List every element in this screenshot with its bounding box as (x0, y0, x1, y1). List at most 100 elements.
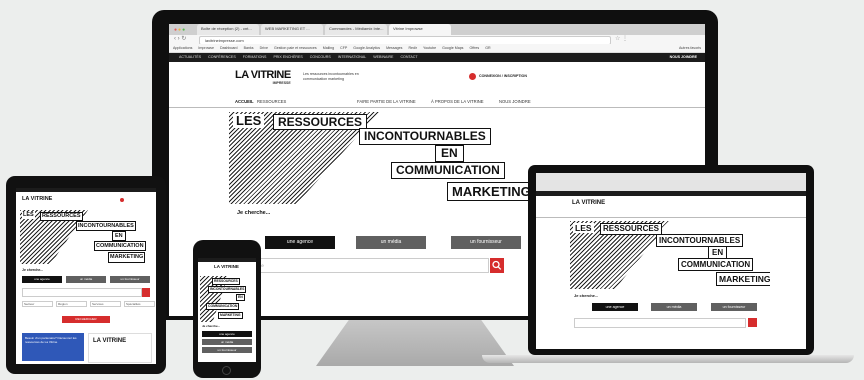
bookmark[interactable]: Messages (386, 46, 402, 50)
tablet-logo: LA VITRINE (22, 196, 53, 202)
browser-tab-active[interactable]: Vitrine Improwse (389, 24, 451, 35)
laptop-base (482, 355, 854, 363)
topbar-link[interactable]: CONFÉRENCES (208, 55, 236, 59)
laptop-topbar (536, 191, 806, 196)
tablet-filter[interactable]: Spécialités (124, 301, 155, 307)
join-link[interactable]: NOUS JOINDRE (670, 53, 697, 62)
bookmarks-bar: Applications Improwse Dashboard Banks Drive G… (169, 44, 705, 53)
laptop-search-tab[interactable]: un média (651, 303, 697, 311)
phone-home-button[interactable] (222, 366, 231, 375)
topbar-link[interactable]: CONTACT (400, 55, 417, 59)
laptop-search-tab[interactable]: une agence (592, 303, 638, 311)
tablet: LA VITRINE LES RESSOURCES INCONTOURNABLE… (6, 176, 166, 374)
login-link[interactable]: CONNEXION / INSCRIPTION (479, 74, 527, 78)
laptop-browser-bar (536, 173, 806, 191)
topbar-link[interactable]: CONCOURS (310, 55, 331, 59)
phone-logo: LA VITRINE (214, 264, 239, 269)
laptop-hero-word: MARKETING (716, 272, 770, 286)
tablet-filter[interactable]: Région (56, 301, 87, 307)
laptop-search-button[interactable] (748, 318, 757, 327)
bookmark[interactable]: Gestion paie et ressources (274, 46, 317, 50)
phone-hero-word: MARKETING (218, 312, 243, 319)
tablet-search-label: Je cherche... (22, 268, 44, 272)
bookmark[interactable]: Applications (173, 46, 192, 50)
laptop-search-input[interactable] (574, 318, 746, 328)
tablet-filter[interactable]: Services (90, 301, 121, 307)
tablet-hero-word: INCONTOURNABLES (76, 221, 136, 231)
tablet-search-tab[interactable]: un média (66, 276, 106, 283)
bookmark[interactable]: CFP (340, 46, 347, 50)
search-tab-agence[interactable]: une agence (265, 236, 335, 249)
tablet-filter[interactable]: Secteur (22, 301, 53, 307)
search-input[interactable]: Recherche (237, 258, 489, 273)
bookmark[interactable]: Improwse (198, 46, 214, 50)
browser-tab[interactable]: Commandes - Médiamix Inte... (325, 24, 387, 35)
tablet-promo-text: Besoin d’un partenaire? Découvrez les re… (25, 336, 77, 344)
topbar-link[interactable]: INTERNATIONAL (338, 55, 367, 59)
phone-search-tab[interactable]: un fournisseur (202, 347, 252, 353)
bookmark[interactable]: Redir (408, 46, 417, 50)
tablet-screen: LA VITRINE LES RESSOURCES INCONTOURNABLE… (16, 188, 156, 364)
site-logo[interactable]: LA VITRINE IMPRESSE (235, 70, 291, 86)
back-icon[interactable]: ‹ › ↻ (174, 35, 186, 44)
tablet-search-button[interactable] (142, 288, 150, 297)
laptop-hero-word: COMMUNICATION (678, 258, 754, 271)
tablet-login-icon[interactable] (120, 198, 124, 202)
tablet-search-cta[interactable]: RECHERCHER (62, 316, 110, 323)
laptop-hero-word: LES (573, 223, 594, 233)
bookmark[interactable]: Banks (244, 46, 254, 50)
topbar-link[interactable]: ACTUALITÉS (179, 55, 201, 59)
laptop-hero-word: RESSOURCES (600, 223, 663, 235)
bookmark[interactable]: Offres (469, 46, 479, 50)
tablet-search-input[interactable] (22, 288, 142, 297)
logo-subtext: IMPRESSE (272, 81, 291, 85)
tablet-search-tab[interactable]: un fournisseur (110, 276, 150, 283)
phone: LA VITRINE RESSOURCES INCONTOURNABLES EN… (193, 240, 261, 378)
bookmark[interactable]: Google Maps (442, 46, 463, 50)
laptop-search-tab[interactable]: un fournisseur (711, 303, 757, 311)
search-tab-media[interactable]: un média (356, 236, 426, 249)
devices-mockup: { "browser": { "tabs": ["Boîte de récept… (0, 0, 864, 380)
other-bookmarks[interactable]: Autres favoris (679, 44, 701, 52)
nav-link-faire-partie[interactable]: FAIRE PARTIE DE LA VITRINE (357, 96, 416, 107)
topbar-link[interactable]: FORMATIONS (243, 55, 267, 59)
laptop-hero-word: INCONTOURNABLES (656, 234, 744, 247)
phone-hero-word: INCONTOURNABLES (208, 286, 247, 293)
bookmark[interactable]: Mailing (323, 46, 334, 50)
address-bar-url: lavitrineimpresse.com (205, 38, 244, 43)
browser-toolbar: ‹ › ↻ lavitrineimpresse.com ☆ ⋮ (169, 35, 705, 45)
bookmark[interactable]: GR (485, 46, 490, 50)
tablet-filters: Secteur Région Services Spécialités (22, 301, 155, 311)
site-header: LA VITRINE IMPRESSE Les ressources incon… (169, 62, 705, 96)
hero-word: EN (435, 145, 464, 162)
bookmark[interactable]: Dashboard (220, 46, 238, 50)
phone-hero-word: COMMUNICATION (206, 303, 240, 310)
laptop: LA VITRINE LES RESSOURCES INCONTOURNABLE… (482, 165, 854, 377)
tablet-search-tab[interactable]: une agence (22, 276, 62, 283)
phone-hero-word: EN (236, 294, 245, 301)
user-icon[interactable] (469, 73, 476, 80)
nav-link-nous-joindre[interactable]: NOUS JOINDRE (499, 96, 531, 107)
tablet-hero-word: RESSOURCES (40, 212, 83, 221)
nav-link-a-propos[interactable]: À PROPOS DE LA VITRINE (431, 96, 484, 107)
window-controls: ●●● (174, 27, 187, 33)
phone-search-tab[interactable]: une agence (202, 331, 252, 337)
nav-link-accueil[interactable]: ACCUEIL (235, 96, 254, 107)
browser-tab[interactable]: Boîte de réception (2) - cnt... (197, 24, 259, 35)
tablet-promo[interactable]: Besoin d’un partenaire? Découvrez les re… (22, 333, 84, 361)
topbar-link[interactable]: WEBINAIRE (373, 55, 393, 59)
tablet-hero-word: EN (112, 231, 126, 241)
browser-tab[interactable]: WEB MARKETING ET ... (261, 24, 323, 35)
tablet-hero-word: COMMUNICATION (94, 241, 146, 251)
bookmark[interactable]: Youtube (423, 46, 436, 50)
phone-search-tab[interactable]: un média (202, 339, 252, 345)
hero-word: RESSOURCES (273, 114, 368, 130)
tablet-hero-word: MARKETING (108, 252, 146, 263)
topbar-link[interactable]: PRIX ENCHÈRES (273, 55, 302, 59)
nav-link-ressources[interactable]: RESSOURCES (257, 96, 286, 107)
bookmark[interactable]: Drive (260, 46, 268, 50)
phone-hero-word: RESSOURCES (212, 278, 240, 285)
laptop-nav (536, 211, 806, 218)
bookmark[interactable]: Google Analytics (353, 46, 380, 50)
star-icon[interactable]: ☆ ⋮ (615, 35, 628, 44)
